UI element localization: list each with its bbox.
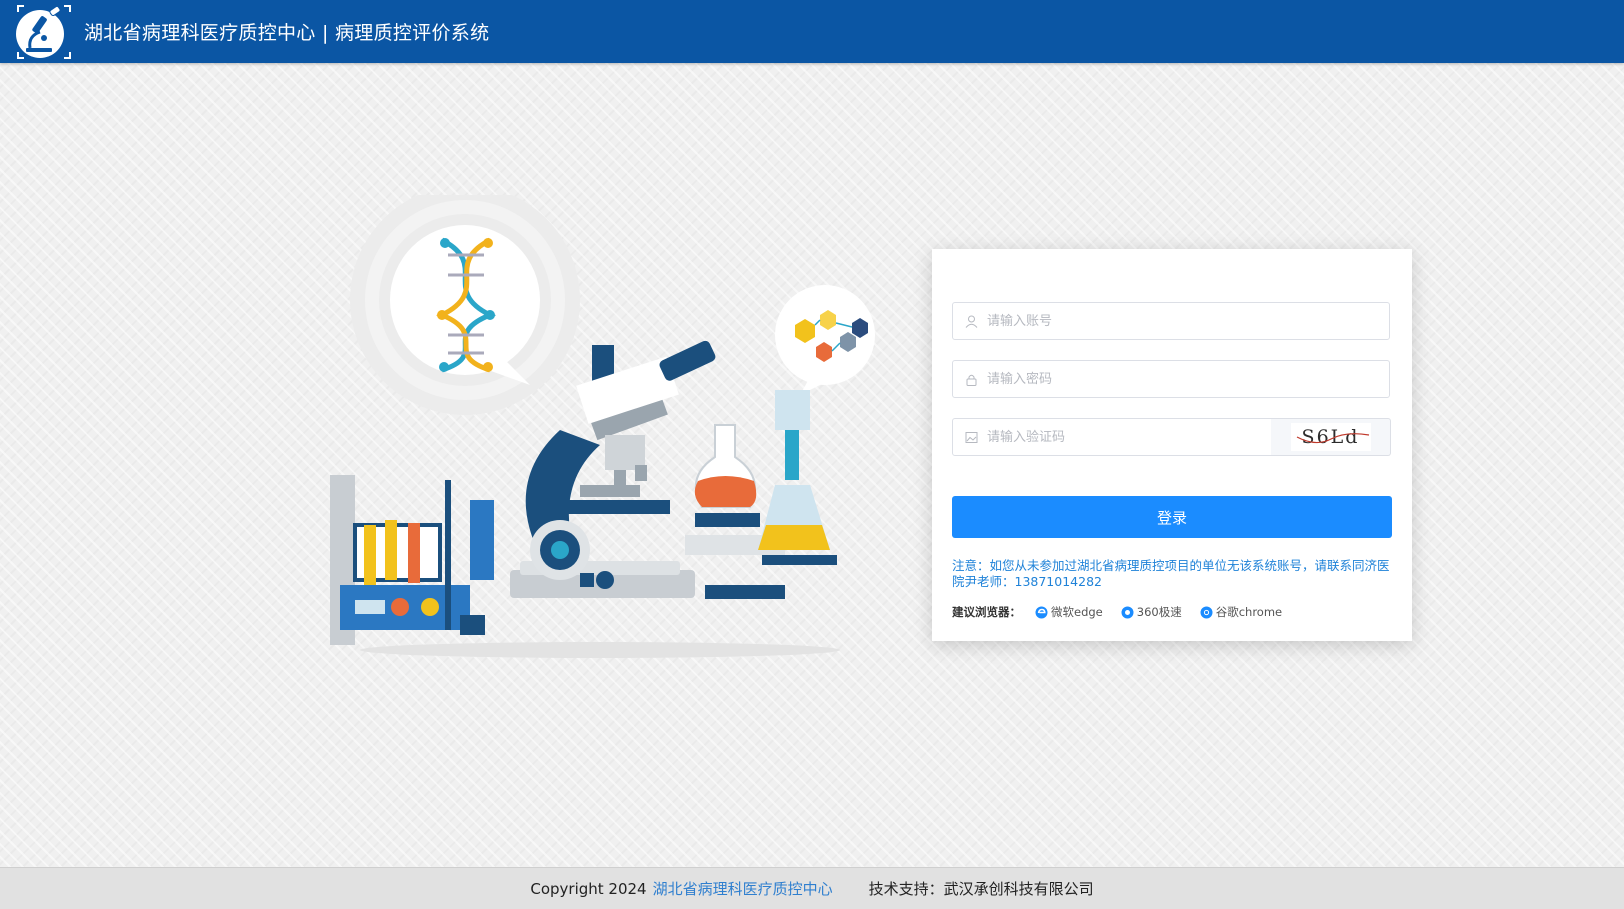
page-footer: Copyright 2024 湖北省病理科医疗质控中心 技术支持：武汉承创科技有… — [0, 867, 1624, 909]
browser-chrome-label: 谷歌chrome — [1215, 605, 1283, 619]
account-field[interactable] — [952, 302, 1390, 340]
captcha-image-container[interactable]: S6Ld — [1271, 418, 1391, 456]
captcha-image[interactable]: S6Ld — [1290, 423, 1371, 451]
browser-edge[interactable]: 微软edge — [1035, 604, 1103, 620]
notice-text: 注意：如您从未参加过湖北省病理质控项目的单位无该系统账号，请联系同济医院尹老师：… — [952, 558, 1390, 589]
laboratory-illustration — [330, 195, 875, 658]
lock-icon — [963, 371, 979, 387]
user-icon — [963, 313, 979, 329]
captcha-field[interactable] — [952, 418, 1272, 456]
edge-icon — [1035, 606, 1048, 618]
chrome-icon — [1200, 606, 1213, 618]
footer-copyright: Copyright 2024 — [530, 879, 647, 898]
password-field[interactable] — [952, 360, 1390, 398]
image-icon — [963, 429, 979, 445]
browsers-label: 建议浏览器： — [952, 605, 1021, 619]
360-browser-icon — [1121, 606, 1134, 618]
top-header: 湖北省病理科医疗质控中心 | 病理质控评价系统 — [0, 0, 1624, 63]
browser-recommendations: 建议浏览器： 微软edge 360极速 谷歌chrome — [952, 604, 1300, 620]
account-input[interactable] — [985, 303, 1389, 339]
browser-edge-label: 微软edge — [1051, 605, 1103, 619]
molecule-bubble-icon — [775, 285, 875, 395]
footer-org-link[interactable]: 湖北省病理科医疗质控中心 — [653, 878, 833, 899]
password-input[interactable] — [985, 361, 1389, 397]
flask-icon — [685, 390, 837, 599]
header-title: 湖北省病理科医疗质控中心 | 病理质控评价系统 — [84, 22, 490, 44]
footer-support: 技术支持：武汉承创科技有限公司 — [868, 880, 1094, 898]
login-panel: S6Ld 登录 注意：如您从未参加过湖北省病理质控项目的单位无该系统账号，请联系… — [932, 249, 1412, 641]
browser-360[interactable]: 360极速 — [1121, 604, 1182, 620]
captcha-input[interactable] — [985, 419, 1271, 455]
login-button[interactable]: 登录 — [952, 496, 1392, 538]
dna-bubble-icon — [350, 195, 580, 415]
microscope-logo-icon — [16, 4, 71, 59]
browser-chrome[interactable]: 谷歌chrome — [1200, 604, 1282, 620]
test-tube-rack-icon — [330, 475, 494, 645]
browser-360-label: 360极速 — [1136, 605, 1182, 619]
